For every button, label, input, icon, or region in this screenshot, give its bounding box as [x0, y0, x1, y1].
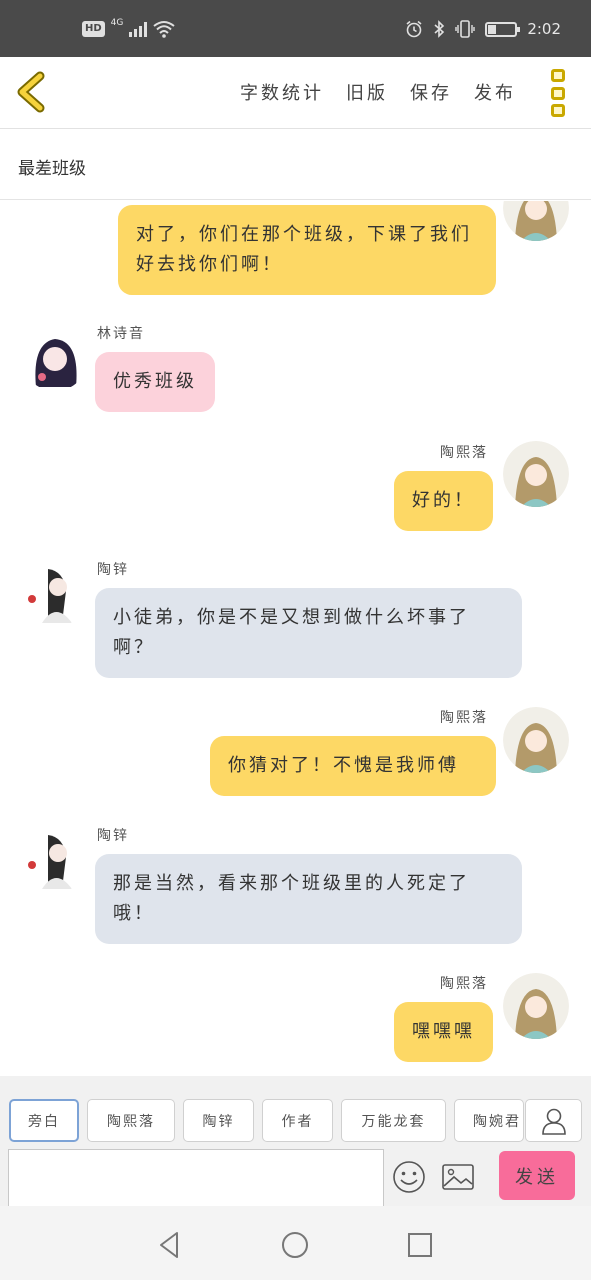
smiley-icon[interactable]	[392, 1160, 426, 1194]
role-label: 旁白	[28, 1113, 60, 1130]
publish-button[interactable]: 发布	[474, 79, 516, 105]
speaker-name: 陶锌	[97, 562, 129, 578]
toolbar-actions: 字数统计 旧版 保存 发布	[240, 79, 538, 105]
avatar-linshiyin[interactable]	[22, 325, 88, 391]
send-button[interactable]: 发送	[499, 1151, 575, 1200]
message-text: 优秀班级	[113, 371, 197, 392]
status-right: 2:02	[405, 20, 561, 38]
save-button[interactable]: 保存	[410, 79, 452, 105]
back-triangle-icon[interactable]	[155, 1230, 185, 1260]
message-bubble[interactable]: 你猜对了！不愧是我师傅	[210, 736, 496, 796]
hd-badge: HD	[82, 21, 105, 37]
message-text: 那是当然，看来那个班级里的人死定了哦！	[113, 873, 470, 924]
message-input[interactable]	[8, 1149, 384, 1207]
message-bubble[interactable]: 优秀班级	[95, 352, 215, 412]
status-bar: HD 4G 2:02	[0, 0, 591, 57]
vibrate-icon	[455, 20, 476, 38]
battery-level	[488, 24, 497, 34]
back-chevron-icon[interactable]	[14, 71, 48, 113]
avatar-taoxin[interactable]	[22, 561, 88, 627]
role-selector-bar: 旁白 陶熙落 陶锌 作者 万能龙套 陶婉君 发送	[0, 1076, 591, 1207]
battery-icon	[485, 21, 521, 37]
home-circle-icon[interactable]	[280, 1230, 310, 1260]
message-bubble[interactable]: 那是当然，看来那个班级里的人死定了哦！	[95, 854, 522, 944]
role-chip-taoxiluo[interactable]: 陶熙落	[87, 1099, 175, 1142]
speaker-name: 陶熙落	[440, 976, 488, 992]
role-label: 作者	[281, 1113, 314, 1130]
person-icon	[541, 1108, 566, 1135]
message-bubble[interactable]: 小徒弟，你是不是又想到做什么坏事了啊？	[95, 588, 522, 678]
alarm-icon	[406, 20, 422, 38]
message-text: 嘿嘿嘿	[412, 1021, 475, 1042]
message-text: 好的！	[412, 490, 475, 511]
clock: 2:02	[527, 20, 561, 38]
story-title: 最差班级	[18, 159, 86, 179]
chat-area[interactable]: 对了，你们在那个班级，下课了我们好去找你们啊！ 林诗音 优秀班级 陶熙落 好的！…	[0, 201, 591, 1076]
avatar-taoxiluo[interactable]	[503, 441, 569, 507]
network-type: 4G	[110, 18, 124, 28]
recents-square-icon[interactable]	[405, 1230, 435, 1260]
bluetooth-icon	[434, 20, 445, 38]
speaker-name: 陶熙落	[440, 445, 488, 461]
avatar-taoxiluo[interactable]	[503, 707, 569, 773]
story-title-bar[interactable]: 最差班级	[0, 130, 591, 200]
system-nav-bar	[0, 1206, 591, 1280]
editor-toolbar: 字数统计 旧版 保存 发布	[0, 57, 591, 129]
status-left: HD 4G	[82, 18, 175, 38]
role-label: 陶婉君	[473, 1113, 521, 1130]
message-bubble[interactable]: 嘿嘿嘿	[394, 1002, 493, 1062]
avatar-taoxiluo[interactable]	[503, 973, 569, 1039]
role-chip-taoxin[interactable]: 陶锌	[183, 1099, 254, 1142]
role-label: 陶熙落	[107, 1113, 155, 1130]
role-chip-extra[interactable]: 万能龙套	[341, 1099, 446, 1142]
speaker-name: 陶锌	[97, 828, 129, 844]
role-label: 万能龙套	[361, 1113, 426, 1130]
avatar-taoxiluo[interactable]	[503, 201, 569, 241]
message-text: 你猜对了！不愧是我师傅	[228, 755, 459, 776]
role-label: 陶锌	[202, 1113, 235, 1130]
message-bubble[interactable]: 好的！	[394, 471, 493, 531]
speaker-name: 林诗音	[97, 326, 145, 342]
role-chip-taowanjun[interactable]: 陶婉君	[454, 1099, 524, 1142]
old-version-button[interactable]: 旧版	[346, 79, 388, 105]
more-menu-icon[interactable]	[549, 69, 567, 117]
send-label: 发送	[515, 1166, 559, 1188]
message-bubble[interactable]: 对了，你们在那个班级，下课了我们好去找你们啊！	[118, 205, 496, 295]
add-role-button[interactable]	[525, 1099, 582, 1142]
signal-icon	[129, 21, 148, 37]
message-text: 对了，你们在那个班级，下课了我们好去找你们啊！	[136, 224, 472, 275]
message-text: 小徒弟，你是不是又想到做什么坏事了啊？	[113, 607, 470, 658]
word-count-button[interactable]: 字数统计	[240, 79, 324, 105]
role-chip-author[interactable]: 作者	[262, 1099, 333, 1142]
wifi-icon	[153, 21, 175, 38]
speaker-name: 陶熙落	[440, 710, 488, 726]
image-icon[interactable]	[441, 1162, 475, 1192]
role-chip-narrator[interactable]: 旁白	[9, 1099, 79, 1142]
avatar-taoxin[interactable]	[22, 827, 88, 893]
